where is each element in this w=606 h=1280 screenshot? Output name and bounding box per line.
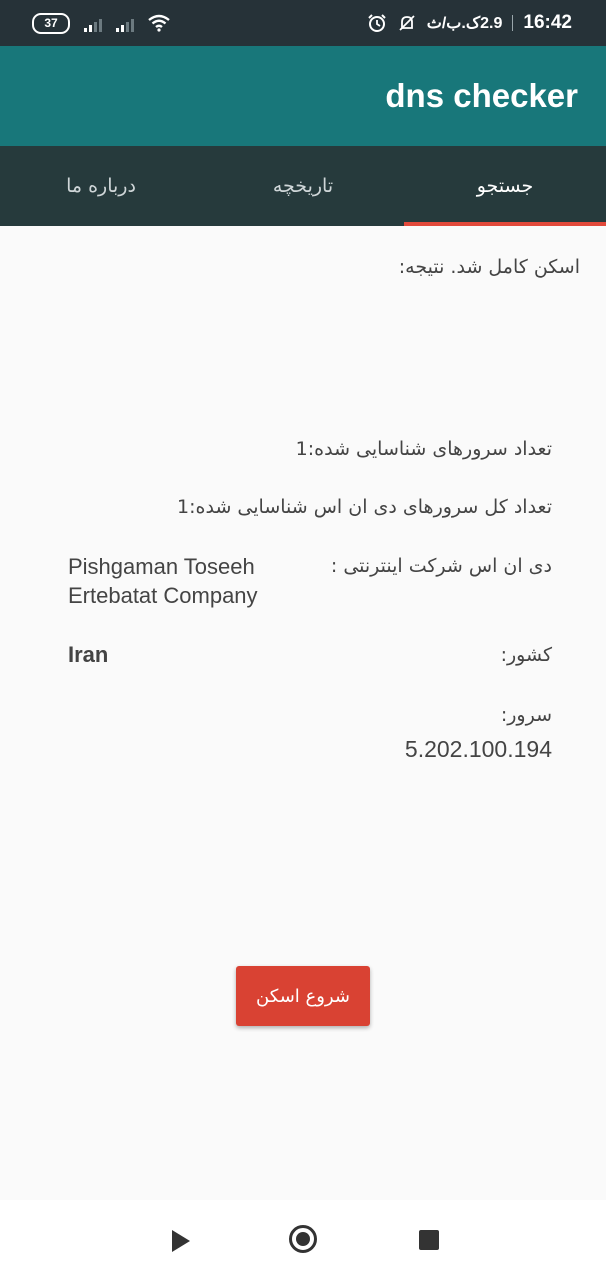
tab-bar: جستجو تاریخچه درباره ما — [0, 146, 606, 226]
signal-icon — [116, 14, 134, 32]
app-title: dns checker — [385, 77, 578, 114]
search-results-panel: اسکن کامل شد. نتیجه: تعداد سرورهای شناسا… — [0, 226, 606, 1200]
tab-search[interactable]: جستجو — [404, 146, 606, 226]
tab-history[interactable]: تاریخچه — [202, 146, 404, 226]
identified-servers-count: تعداد سرورهای شناسایی شده:1 — [295, 438, 552, 460]
app-toolbar: dns checker — [0, 46, 606, 146]
status-right-group: 2.9ک.ب/ث 16:42 — [367, 0, 572, 46]
server-label: سرور: — [500, 704, 552, 726]
back-icon[interactable] — [172, 1230, 190, 1252]
wifi-icon — [148, 14, 170, 32]
recents-icon[interactable] — [419, 1230, 439, 1250]
notifications-off-icon — [399, 15, 415, 31]
country-label: کشور: — [500, 644, 552, 666]
start-scan-button[interactable]: شروع اسکن — [236, 966, 370, 1026]
status-bar: 37 2.9ک.ب/ث 16:42 — [0, 0, 606, 46]
server-value: 5.202.100.194 — [404, 736, 552, 762]
status-left-group: 37 — [32, 0, 170, 46]
tab-about[interactable]: درباره ما — [0, 146, 202, 226]
isp-value-line-2: Ertebatat Company — [68, 583, 258, 608]
battery-icon: 37 — [32, 12, 70, 34]
signal-icon — [84, 14, 102, 32]
isp-label: دی ان اس شرکت اینترنتی : — [330, 555, 552, 577]
isp-value: Pishgaman Toseeh Ertebatat Company — [68, 552, 258, 610]
isp-value-line-1: Pishgaman Toseeh — [68, 554, 255, 579]
status-divider — [512, 15, 514, 31]
system-navigation-bar — [0, 1200, 606, 1280]
total-dns-servers-count: تعداد کل سرورهای دی ان اس شناسایی شده:1 — [177, 496, 552, 518]
country-value: Iran — [68, 642, 109, 667]
home-icon[interactable] — [289, 1225, 317, 1253]
network-speed: 2.9ک.ب/ث — [426, 15, 503, 32]
scan-status-text: اسکن کامل شد. نتیجه: — [398, 256, 580, 278]
clock: 16:42 — [523, 12, 572, 33]
alarm-icon — [368, 14, 386, 32]
